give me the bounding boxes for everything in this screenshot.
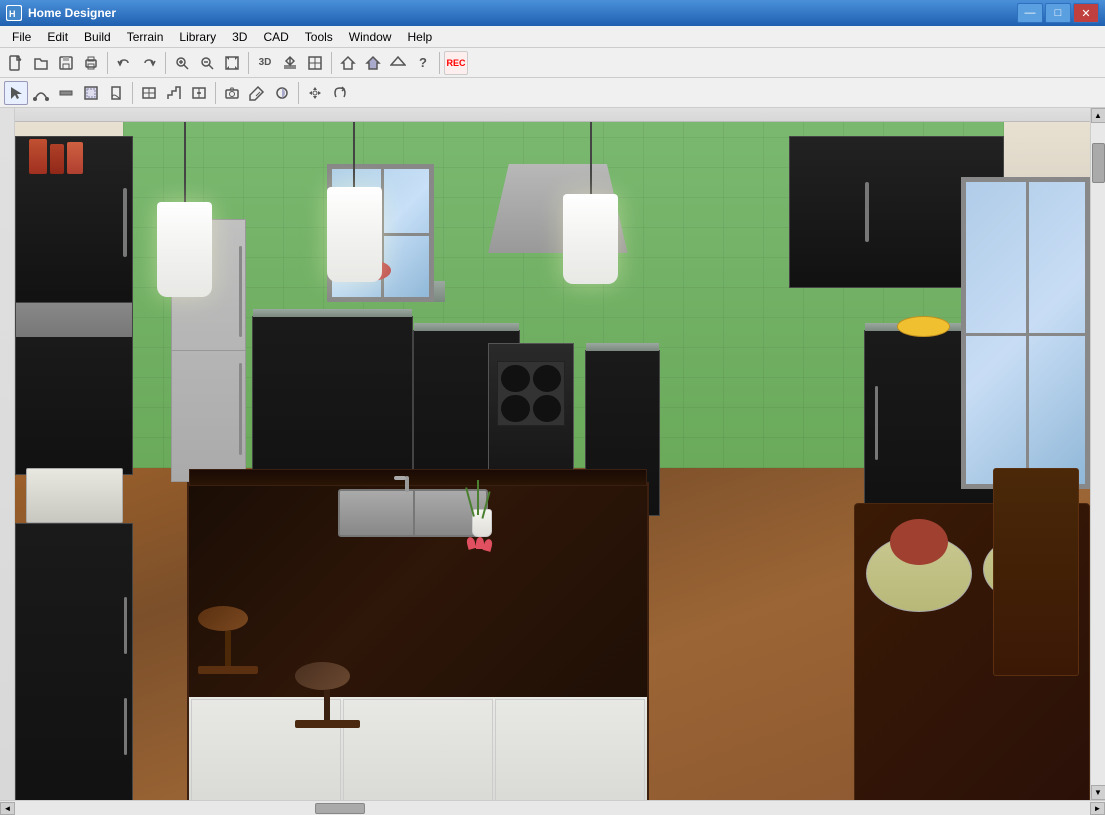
- lower-cabinet-left: [15, 523, 133, 800]
- stair-tool[interactable]: [162, 81, 186, 105]
- house-button[interactable]: [336, 51, 360, 75]
- sep-t2-2: [215, 82, 216, 104]
- menu-file[interactable]: File: [4, 28, 39, 46]
- window-right: [961, 177, 1090, 488]
- save-button[interactable]: [54, 51, 78, 75]
- kitchen-sink: [338, 489, 489, 537]
- 3d-view-button[interactable]: 3D: [253, 51, 277, 75]
- scroll-down-button[interactable]: ▼: [1091, 785, 1105, 800]
- menu-build[interactable]: Build: [76, 28, 119, 46]
- scroll-up-button[interactable]: ▲: [1091, 108, 1105, 123]
- main-area: ▲ ▼: [0, 108, 1105, 800]
- camera-tool[interactable]: [220, 81, 244, 105]
- viewport-canvas[interactable]: [15, 108, 1090, 800]
- pendant-light-3: [563, 122, 618, 284]
- dining-chair-back: [993, 468, 1079, 676]
- menu-library[interactable]: Library: [171, 28, 224, 46]
- toolbar-2: [0, 78, 1105, 108]
- pendant-light-2: [327, 122, 382, 282]
- app-icon: H: [6, 5, 22, 21]
- menu-help[interactable]: Help: [399, 28, 440, 46]
- select-tool[interactable]: [4, 81, 28, 105]
- house-3d-button[interactable]: [361, 51, 385, 75]
- elevation-button[interactable]: [278, 51, 302, 75]
- sep-t2-1: [132, 82, 133, 104]
- decorative-items-shelf: [26, 136, 123, 178]
- room-tool[interactable]: [79, 81, 103, 105]
- window-controls[interactable]: — □ ✕: [1017, 3, 1099, 23]
- sep-3: [248, 52, 249, 74]
- zoom-in-button[interactable]: [170, 51, 194, 75]
- zoom-out-button[interactable]: [195, 51, 219, 75]
- bar-stool-2: [295, 662, 360, 728]
- left-counter-cabinet: [15, 302, 133, 475]
- redo-button[interactable]: [137, 51, 161, 75]
- sep-2: [165, 52, 166, 74]
- countertop-appliance: [26, 468, 123, 523]
- scrollbar-horizontal-area: ◄ ►: [0, 800, 1105, 815]
- 3d-scene[interactable]: [15, 122, 1090, 800]
- title-bar: H Home Designer — □ ✕: [0, 0, 1105, 26]
- material-tool[interactable]: [270, 81, 294, 105]
- fruit-bowl: [897, 316, 951, 337]
- menu-bar: File Edit Build Terrain Library 3D CAD T…: [0, 26, 1105, 48]
- scroll-h-track: [15, 803, 1090, 814]
- menu-window[interactable]: Window: [341, 28, 400, 46]
- undo-button[interactable]: [112, 51, 136, 75]
- help-button[interactable]: ?: [411, 51, 435, 75]
- menu-terrain[interactable]: Terrain: [119, 28, 172, 46]
- door-tool[interactable]: [104, 81, 128, 105]
- sep-t2-3: [298, 82, 299, 104]
- toolbar-1: 3D ? REC: [0, 48, 1105, 78]
- svg-text:H: H: [9, 9, 16, 19]
- new-button[interactable]: [4, 51, 28, 75]
- paint-tool[interactable]: [245, 81, 269, 105]
- maximize-button[interactable]: □: [1045, 3, 1071, 23]
- scroll-right-button[interactable]: ►: [1090, 802, 1105, 815]
- menu-tools[interactable]: Tools: [297, 28, 341, 46]
- sep-5: [439, 52, 440, 74]
- print-button[interactable]: [79, 51, 103, 75]
- menu-cad[interactable]: CAD: [255, 28, 296, 46]
- scrollbar-vertical[interactable]: ▲ ▼: [1090, 108, 1105, 800]
- window-tool[interactable]: [137, 81, 161, 105]
- move-tool[interactable]: [303, 81, 327, 105]
- scroll-h-thumb[interactable]: [315, 803, 365, 814]
- menu-edit[interactable]: Edit: [39, 28, 76, 46]
- bar-stool-1: [198, 606, 258, 674]
- zoom-fit-button[interactable]: [220, 51, 244, 75]
- open-button[interactable]: [29, 51, 53, 75]
- close-button[interactable]: ✕: [1073, 3, 1099, 23]
- wall-tool[interactable]: [54, 81, 78, 105]
- sep-4: [331, 52, 332, 74]
- record-button[interactable]: REC: [444, 51, 468, 75]
- title-bar-left: H Home Designer: [6, 5, 116, 21]
- minimize-button[interactable]: —: [1017, 3, 1043, 23]
- scroll-v-thumb[interactable]: [1092, 143, 1105, 183]
- sep-1: [107, 52, 108, 74]
- menu-3d[interactable]: 3D: [224, 28, 255, 46]
- cabinet-tool[interactable]: [187, 81, 211, 105]
- ruler-left: [0, 108, 15, 800]
- ruler-top: [15, 108, 1090, 122]
- arc-tool[interactable]: [29, 81, 53, 105]
- roof-button[interactable]: [386, 51, 410, 75]
- scroll-left-button[interactable]: ◄: [0, 802, 15, 815]
- pendant-light-1: [155, 122, 215, 297]
- rotate-tool[interactable]: [328, 81, 352, 105]
- floor-plan-button[interactable]: [303, 51, 327, 75]
- app-title: Home Designer: [28, 6, 116, 20]
